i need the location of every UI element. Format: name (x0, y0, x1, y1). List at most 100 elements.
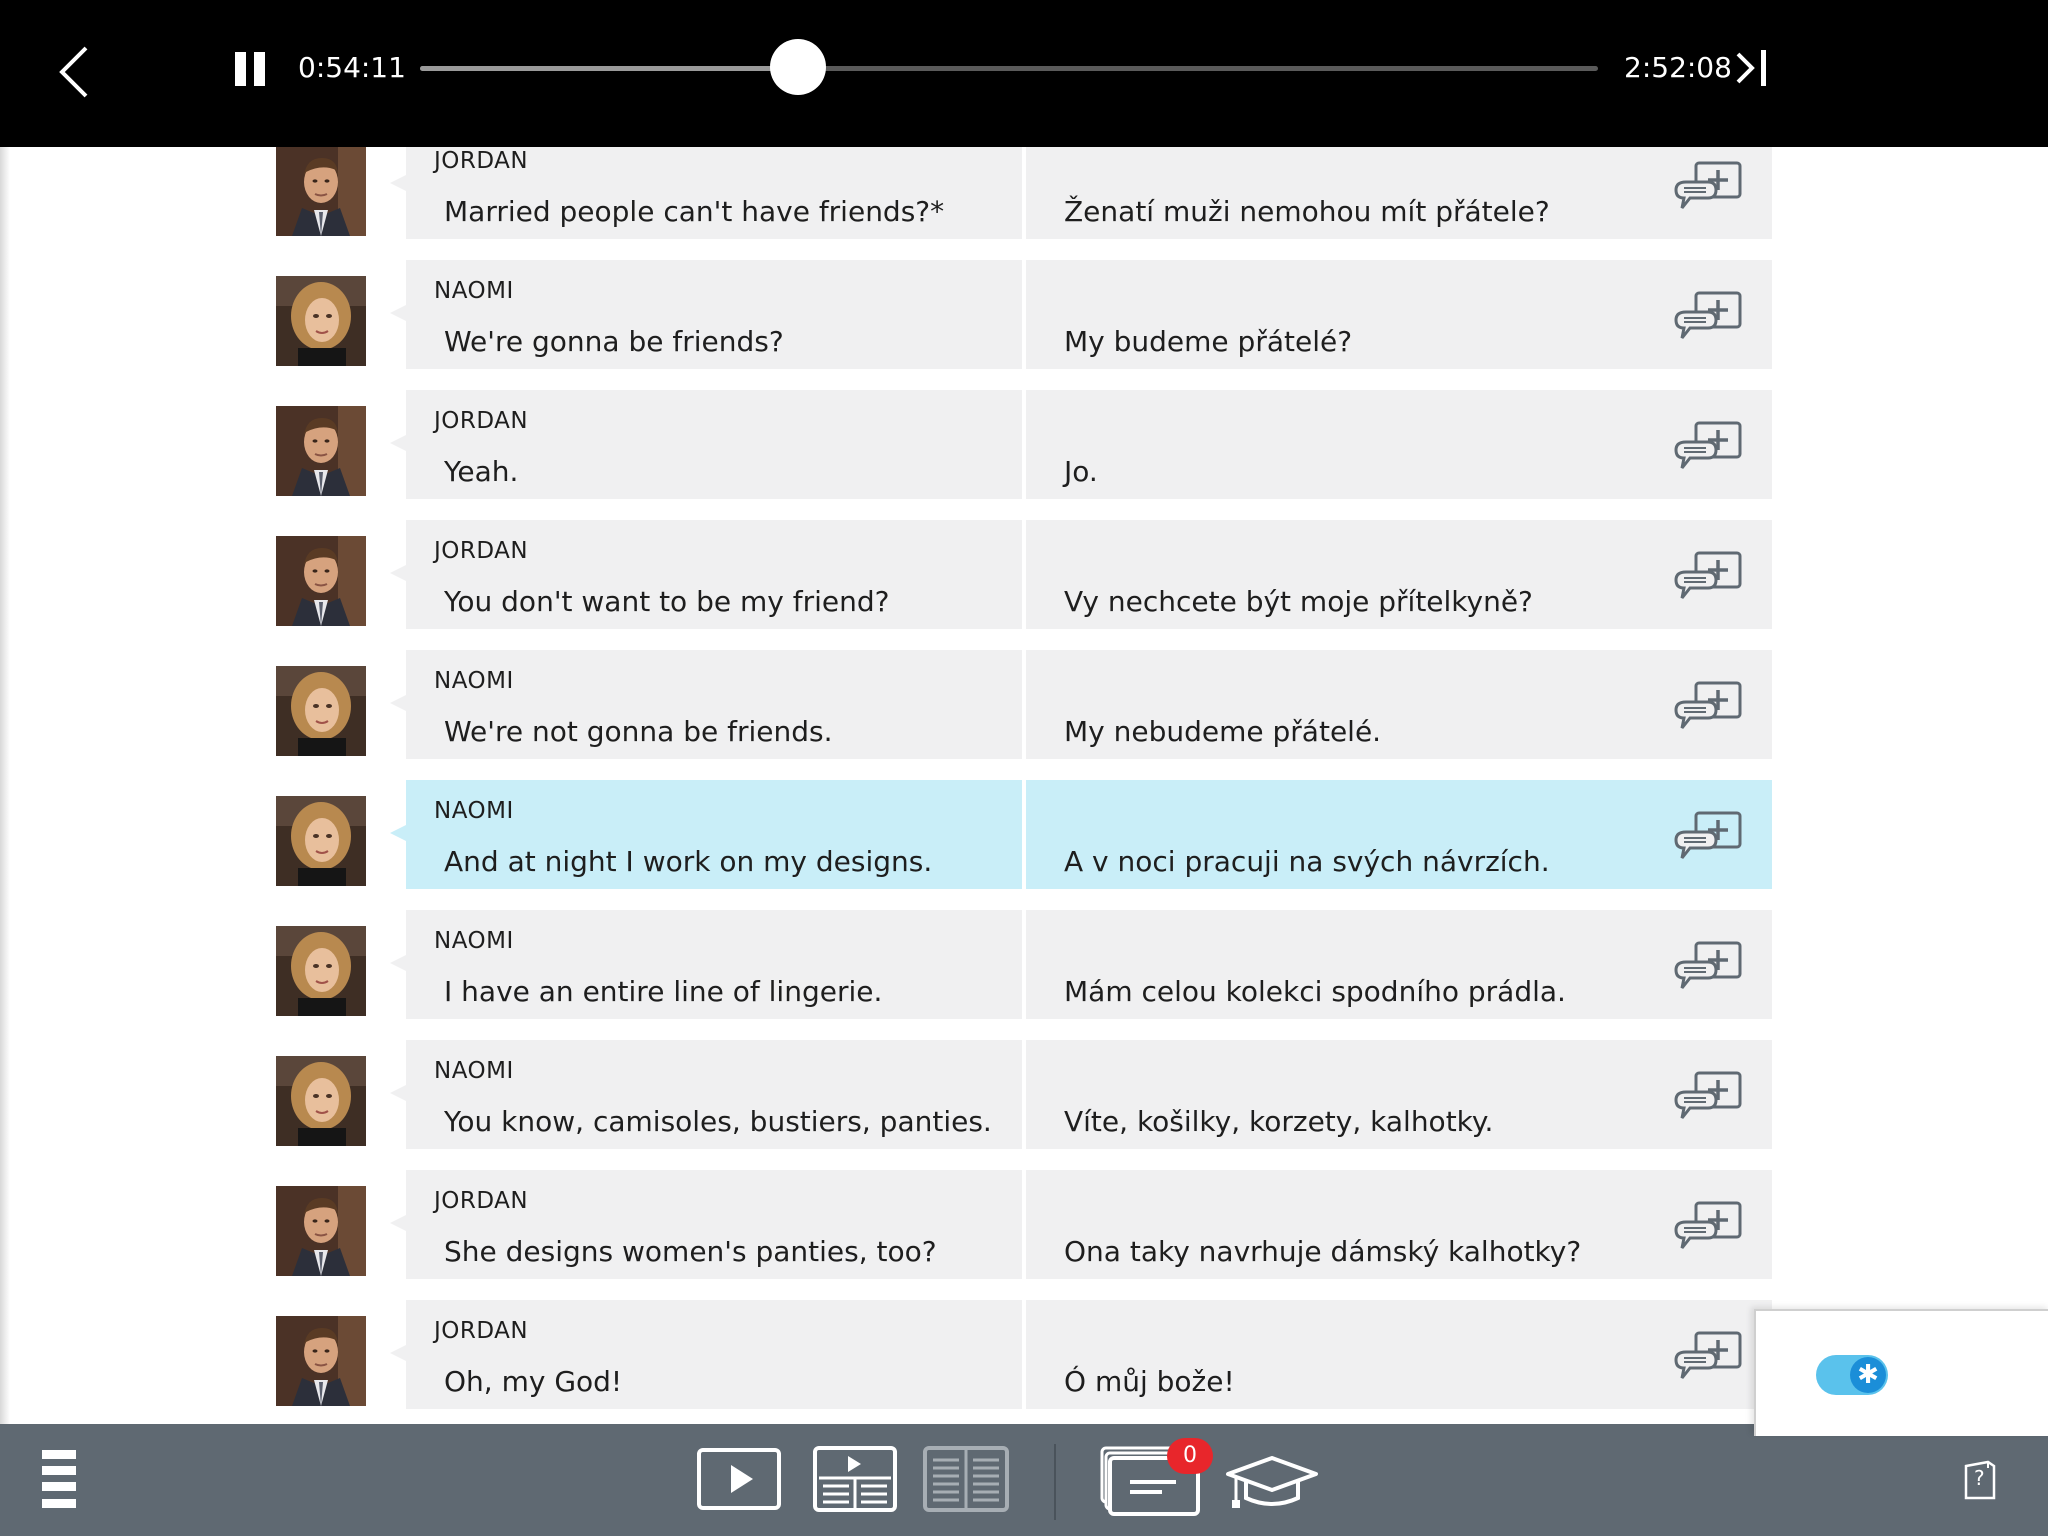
subtitle-bubble[interactable]: JORDAN Oh, my God! Ó můj bože! (390, 1300, 1772, 1409)
seek-slider-thumb[interactable] (769, 39, 826, 95)
avatar-naomi (276, 796, 366, 886)
english-line[interactable]: We're gonna be friends? (444, 324, 784, 360)
subtitle-row[interactable]: NAOMI And at night I work on my designs.… (0, 780, 2048, 910)
flashcards-count-badge: 0 (1167, 1438, 1213, 1474)
english-line[interactable]: Married people can't have friends?* (444, 194, 944, 230)
add-comment-icon[interactable] (1672, 420, 1744, 478)
toolbar-separator (1054, 1444, 1056, 1520)
czech-line[interactable]: My nebudeme přátelé. (1064, 714, 1381, 750)
speaker-name: JORDAN (434, 408, 529, 434)
video-subtitles-mode-icon[interactable] (813, 1446, 897, 1512)
avatar-jordan (276, 147, 366, 236)
czech-line[interactable]: Ona taky navrhuje dámský kalhotky? (1064, 1234, 1581, 1270)
add-comment-icon[interactable] (1672, 940, 1744, 998)
player-bar: 0:54:11 2:52:08 (0, 0, 2048, 147)
help-label: ? (1974, 1466, 1985, 1490)
subtitle-list[interactable]: JORDAN Married people can't have friends… (0, 147, 2048, 1424)
subtitle-row[interactable]: NAOMI I have an entire line of lingerie.… (0, 910, 2048, 1040)
speaker-name: JORDAN (434, 538, 529, 564)
column-divider (1022, 1300, 1026, 1409)
speaker-name: NAOMI (434, 278, 514, 304)
column-divider (1022, 390, 1026, 499)
english-line[interactable]: I have an entire line of lingerie. (444, 974, 882, 1010)
subtitle-bubble[interactable]: NAOMI We're not gonna be friends. My neb… (390, 650, 1772, 759)
english-line[interactable]: She designs women's panties, too? (444, 1234, 937, 1270)
add-comment-icon[interactable] (1672, 1330, 1744, 1388)
add-comment-icon[interactable] (1672, 1200, 1744, 1258)
bottom-toolbar: 0 ? (0, 1424, 2048, 1536)
czech-line[interactable]: Mám celou kolekci spodního prádla. (1064, 974, 1566, 1010)
subtitle-bubble[interactable]: NAOMI We're gonna be friends? My budeme … (390, 260, 1772, 369)
subtitle-toggle-switch[interactable]: ✱ (1816, 1355, 1888, 1395)
help-icon[interactable]: ? (1962, 1458, 1998, 1502)
english-line[interactable]: You don't want to be my friend? (444, 584, 889, 620)
subtitle-bubble[interactable]: JORDAN You don't want to be my friend? V… (390, 520, 1772, 629)
subtitle-bubble[interactable]: JORDAN Yeah. Jo. (390, 390, 1772, 499)
czech-line[interactable]: Vy nechcete být moje přítelkyně? (1064, 584, 1533, 620)
column-divider (1022, 780, 1026, 889)
czech-line[interactable]: Jo. (1064, 454, 1098, 490)
subtitle-bubble[interactable]: NAOMI And at night I work on my designs.… (390, 780, 1772, 889)
speaker-name: NAOMI (434, 668, 514, 694)
back-chevron-icon[interactable] (50, 40, 98, 104)
speaker-name: JORDAN (434, 148, 529, 174)
czech-line[interactable]: My budeme přátelé? (1064, 324, 1352, 360)
subtitle-row[interactable]: NAOMI We're not gonna be friends. My neb… (0, 650, 2048, 780)
column-divider (1022, 147, 1026, 239)
add-comment-icon[interactable] (1672, 290, 1744, 348)
avatar-naomi (276, 276, 366, 366)
avatar-jordan (276, 1316, 366, 1406)
subtitle-bubble[interactable]: JORDAN Married people can't have friends… (390, 147, 1772, 239)
subtitle-bubble[interactable]: JORDAN She designs women's panties, too?… (390, 1170, 1772, 1279)
english-line[interactable]: You know, camisoles, bustiers, panties. (444, 1104, 992, 1140)
czech-line[interactable]: A v noci pracuji na svých návrzích. (1064, 844, 1550, 880)
add-comment-icon[interactable] (1672, 1070, 1744, 1128)
subtitle-row[interactable]: JORDAN Yeah. Jo. (0, 390, 2048, 520)
add-comment-icon[interactable] (1672, 680, 1744, 738)
avatar-jordan (276, 406, 366, 496)
menu-icon[interactable] (42, 1450, 76, 1508)
avatar-naomi (276, 666, 366, 756)
toggle-knob-icon[interactable]: ✱ (1850, 1357, 1886, 1393)
speaker-name: JORDAN (434, 1188, 529, 1214)
czech-line[interactable]: Ženatí muži nemohou mít přátele? (1064, 194, 1550, 230)
column-divider (1022, 260, 1026, 369)
toggle-panel: ✱ (1754, 1309, 2048, 1436)
subtitle-row[interactable]: NAOMI We're gonna be friends? My budeme … (0, 260, 2048, 390)
column-divider (1022, 1040, 1026, 1149)
subtitle-row[interactable]: JORDAN She designs women's panties, too?… (0, 1170, 2048, 1300)
avatar-naomi (276, 1056, 366, 1146)
current-time: 0:54:11 (298, 51, 406, 84)
english-line[interactable]: Yeah. (444, 454, 518, 490)
english-line[interactable]: And at night I work on my designs. (444, 844, 932, 880)
skip-forward-icon[interactable] (1734, 46, 1770, 90)
avatar-jordan (276, 536, 366, 626)
czech-line[interactable]: Víte, košilky, korzety, kalhotky. (1064, 1104, 1493, 1140)
speaker-name: NAOMI (434, 798, 514, 824)
avatar-naomi (276, 926, 366, 1016)
subtitle-row[interactable]: JORDAN Married people can't have friends… (0, 147, 2048, 260)
speaker-name: NAOMI (434, 928, 514, 954)
seek-slider[interactable] (420, 66, 1598, 71)
subtitle-bubble[interactable]: NAOMI You know, camisoles, bustiers, pan… (390, 1040, 1772, 1149)
duration-time: 2:52:08 (1624, 51, 1732, 84)
czech-line[interactable]: Ó můj bože! (1064, 1364, 1235, 1400)
subtitle-row[interactable]: NAOMI You know, camisoles, bustiers, pan… (0, 1040, 2048, 1170)
column-divider (1022, 1170, 1026, 1279)
add-comment-icon[interactable] (1672, 160, 1744, 218)
pause-button[interactable] (233, 52, 267, 86)
english-line[interactable]: We're not gonna be friends. (444, 714, 833, 750)
subtitle-row[interactable]: JORDAN You don't want to be my friend? V… (0, 520, 2048, 650)
add-comment-icon[interactable] (1672, 810, 1744, 868)
subtitle-row[interactable]: JORDAN Oh, my God! Ó můj bože! (0, 1300, 2048, 1424)
video-mode-icon[interactable] (697, 1448, 781, 1510)
column-divider (1022, 910, 1026, 1019)
avatar-jordan (276, 1186, 366, 1276)
add-comment-icon[interactable] (1672, 550, 1744, 608)
graduation-cap-icon[interactable] (1224, 1454, 1320, 1510)
subtitle-bubble[interactable]: NAOMI I have an entire line of lingerie.… (390, 910, 1772, 1019)
text-mode-icon[interactable] (923, 1446, 1009, 1512)
column-divider (1022, 520, 1026, 629)
speaker-name: NAOMI (434, 1058, 514, 1084)
english-line[interactable]: Oh, my God! (444, 1364, 622, 1400)
